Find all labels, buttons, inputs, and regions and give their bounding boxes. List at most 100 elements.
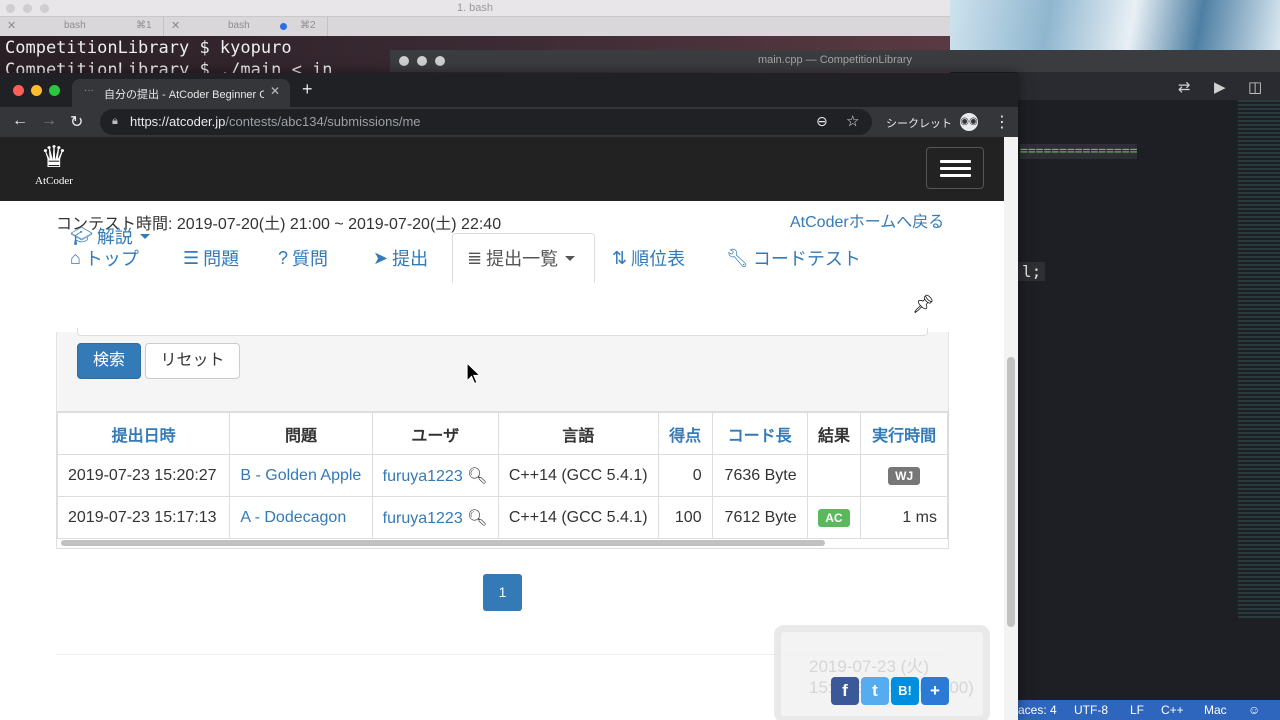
browser-minimize-button[interactable] [31, 85, 42, 96]
home-link[interactable]: AtCoderホームへ戻る [790, 208, 944, 232]
pagination-page-1[interactable]: 1 [483, 574, 522, 611]
code-fragment: l; [1018, 262, 1046, 281]
cell-language: C++14 (GCC 5.4.1) [497, 496, 659, 539]
terminal-tab-shortcut: ⌘1 [136, 20, 152, 31]
lock-icon[interactable]: 🔒︎ [112, 115, 118, 128]
status-badge-wj: WJ [888, 466, 921, 485]
filter-input-edge[interactable] [77, 328, 928, 336]
pin-icon[interactable]: 📌︎ [912, 294, 935, 315]
tab-tasks[interactable]: ☰ 問題 [183, 233, 239, 283]
header-code-size[interactable]: コード長 [711, 412, 808, 455]
status-encoding[interactable]: UTF-8 [1074, 703, 1108, 717]
table-horizontal-scrollbar[interactable] [61, 540, 825, 546]
header-status: 結果 [806, 412, 862, 455]
tab-submissions[interactable]: ≣ 提出一覧 [452, 233, 595, 283]
reset-button[interactable]: リセット [145, 343, 240, 379]
bookmark-star-icon[interactable]: ☆ [846, 112, 859, 130]
task-link[interactable]: A - Dodecagon [240, 509, 346, 526]
browser-zoom-button[interactable] [49, 85, 60, 96]
search-icon[interactable]: 🔍︎ [467, 510, 487, 527]
compare-icon[interactable]: ⇄ [1178, 78, 1191, 96]
terminal-title: 1. bash [456, 2, 494, 14]
address-bar[interactable]: 🔒︎ https://atcoder.jp/contests/abc134/su… [100, 109, 872, 135]
status-language[interactable]: C++ [1161, 703, 1184, 717]
hatena-bookmark-icon[interactable]: B! [891, 677, 919, 705]
task-link[interactable]: B - Golden Apple [240, 467, 361, 484]
cell-user: furuya1223 🔍︎ [371, 496, 499, 539]
header-exec-time[interactable]: 実行時間 [860, 412, 948, 455]
feedback-smiley-icon[interactable]: ☺ [1248, 703, 1260, 717]
url-text[interactable]: https://atcoder.jp/contests/abc134/submi… [130, 114, 421, 129]
tasks-icon: ☰ [183, 247, 200, 268]
tab-editorial[interactable]: 🎓︎ 解説 [70, 211, 150, 261]
search-icon[interactable]: 🔍︎ [467, 468, 487, 485]
incognito-label[interactable]: シークレット [886, 115, 952, 131]
status-eol[interactable]: LF [1130, 703, 1144, 717]
close-icon[interactable]: ✕ [171, 19, 180, 32]
cell-score: 100 [657, 496, 713, 539]
url-path: /contests/abc134/submissions/me [225, 114, 421, 129]
back-icon[interactable]: ← [12, 112, 28, 130]
terminal-tab-2[interactable]: ✕ bash ⌘2 [164, 17, 328, 36]
tab-custom-test[interactable]: 🔧︎ コードテスト [726, 233, 861, 283]
fixed-clock-widget: 2019-07-23 (火) 15:22:31 JST(+09:00) [774, 625, 990, 720]
clock-date: 2019-07-23 (火) [809, 657, 930, 676]
url-host: https://atcoder.jp [130, 114, 226, 129]
tab-label: 順位表 [631, 249, 686, 269]
cell-exec-time: WJ [860, 454, 948, 497]
submissions-table-wrapper[interactable]: 提出日時 問題 ユーザ 言語 得点 コード長 結果 実行時間 2019-07-2… [56, 411, 949, 549]
facebook-share-icon[interactable]: f [831, 677, 859, 705]
browser-close-button[interactable] [13, 85, 24, 96]
share-plus-icon[interactable]: + [921, 677, 949, 705]
browser-tab[interactable]: ··· 自分の提出 - AtCoder Beginner C ✕ [72, 79, 290, 107]
run-icon[interactable]: ▶ [1214, 78, 1226, 96]
page-scrollbar[interactable] [1004, 137, 1018, 720]
cell-user: furuya1223 🔍︎ [371, 454, 499, 497]
tab-standings[interactable]: ⇅ 順位表 [612, 233, 685, 283]
status-indentation[interactable]: aces: 4 [1018, 703, 1057, 717]
browser-menu-icon[interactable]: ⋮ [994, 112, 1010, 132]
search-button[interactable]: 検索 [77, 343, 141, 379]
cell-task: B - Golden Apple [229, 454, 373, 497]
user-link[interactable]: furuya1223 [383, 468, 463, 485]
terminal-tabbar: ✕ bash ⌘1 ✕ bash ⌘2 [0, 17, 950, 36]
header-score[interactable]: 得点 [657, 412, 713, 455]
new-tab-icon[interactable]: + [302, 79, 313, 100]
header-language: 言語 [497, 412, 659, 455]
status-platform[interactable]: Mac [1204, 703, 1227, 717]
page-viewport[interactable]: ♛ AtCoder コンテスト時間: 2019-07-20(土) 21:00 ~… [0, 137, 1004, 720]
editor-toolbar: ⇄ ▶ ◫ [1018, 72, 1280, 100]
header-task: 問題 [229, 412, 373, 455]
editor-code-area[interactable]: =============== l; [1018, 100, 1238, 700]
tab-clarifications[interactable]: ? 質問 [278, 233, 328, 283]
close-icon[interactable]: ✕ [270, 84, 280, 98]
incognito-icon[interactable]: ◉◉ [960, 113, 978, 131]
twitter-share-icon[interactable]: t [861, 677, 889, 705]
editor-minimap[interactable] [1238, 100, 1280, 620]
close-icon[interactable]: ✕ [7, 19, 16, 32]
browser-toolbar: ← → ↻ 🔒︎ https://atcoder.jp/contests/abc… [0, 107, 1018, 137]
cell-submit-time: 2019-07-23 15:17:13 [57, 496, 231, 539]
cell-score: 0 [657, 454, 713, 497]
split-editor-icon[interactable]: ◫ [1248, 78, 1262, 96]
browser-tabstrip: ··· 自分の提出 - AtCoder Beginner C ✕ + [0, 73, 1018, 107]
terminal-tab-1[interactable]: ✕ bash ⌘1 [0, 17, 164, 36]
zoom-icon[interactable]: ⊖ [816, 113, 828, 130]
header-submit-time[interactable]: 提出日時 [57, 412, 231, 455]
hamburger-menu-button[interactable] [926, 147, 984, 189]
atcoder-logo[interactable]: ♛ AtCoder [18, 141, 90, 197]
activity-dot-icon [280, 23, 287, 30]
page-scroll-thumb[interactable] [1007, 357, 1015, 627]
crest-icon: ♛ [40, 141, 68, 174]
code-fragment: =============== [1020, 144, 1138, 159]
table-header-row: 提出日時 問題 ユーザ 言語 得点 コード長 結果 実行時間 [57, 412, 948, 455]
tab-submit[interactable]: ➤ 提出 [373, 233, 428, 283]
user-link[interactable]: furuya1223 [383, 510, 463, 527]
tab-label: 解説 [96, 227, 133, 247]
desktop-wallpaper-art [950, 0, 1280, 50]
cell-exec-time: 1 ms [860, 496, 948, 539]
reload-icon[interactable]: ↻ [70, 112, 83, 132]
forward-icon[interactable]: → [41, 112, 57, 130]
cell-code-size: 7636 Byte [711, 454, 808, 497]
tab-label: 提出 [392, 249, 429, 269]
